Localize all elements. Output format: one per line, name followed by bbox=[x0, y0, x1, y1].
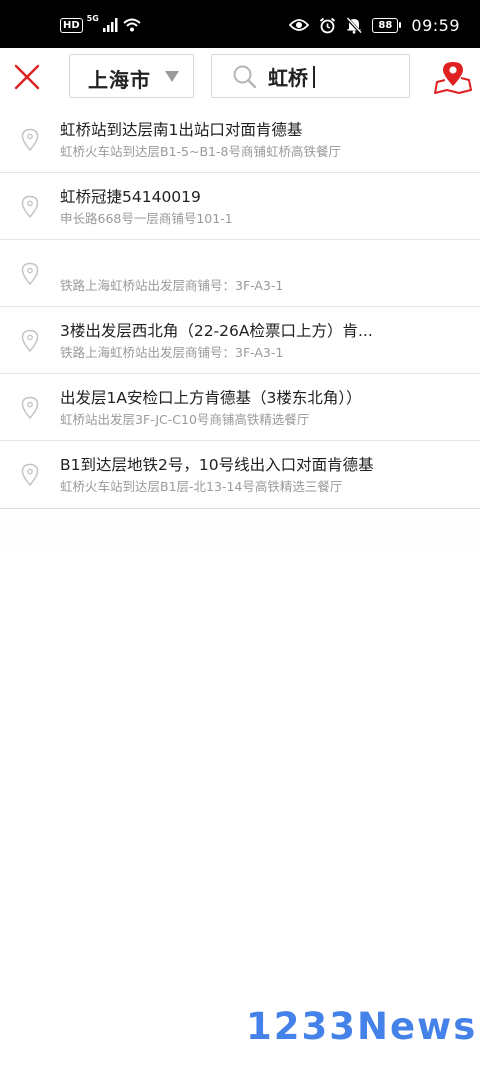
triangle-down-icon bbox=[165, 71, 179, 82]
city-dropdown[interactable]: 上海市 bbox=[69, 54, 194, 98]
result-subtitle: 铁路上海虹桥站出发层商铺号：3F-A3-1 bbox=[60, 278, 284, 293]
result-item[interactable]: B1到达层地铁2号，10号线出入口对面肯德基 虹桥火车站到达层B1层-北13-1… bbox=[0, 441, 480, 508]
location-pin-icon bbox=[21, 195, 39, 219]
mute-bell-icon bbox=[346, 16, 363, 34]
status-right: 88 09:59 bbox=[289, 14, 460, 36]
clock: 09:59 bbox=[411, 15, 460, 35]
map-button[interactable] bbox=[434, 60, 472, 96]
result-subtitle: 申长路668号一层商铺号101-1 bbox=[60, 211, 233, 226]
location-pin-icon bbox=[21, 128, 39, 152]
battery-icon: 88 bbox=[372, 17, 402, 33]
result-subtitle: 虹桥火车站到达层B1层-北13-14号高铁精选三餐厅 bbox=[60, 479, 343, 494]
location-pin-icon bbox=[21, 262, 39, 286]
hd-badge: HD bbox=[60, 17, 83, 33]
result-subtitle: 虹桥火车站到达层B1-5~B1-8号商铺虹桥高铁餐厅 bbox=[60, 144, 341, 159]
result-item[interactable]: 铁路上海虹桥站出发层商铺号：3F-A3-1 bbox=[0, 240, 480, 307]
status-left: HD 5G bbox=[60, 15, 141, 35]
app-screen: HD 5G 88 09:59 上海市 虹桥 虹桥站到达层南1出站口对面肯德基 虹… bbox=[0, 0, 480, 1067]
result-item[interactable]: 出发层1A安检口上方肯德基（3楼东北角）） 虹桥站出发层3F-JC-C10号商铺… bbox=[0, 374, 480, 441]
close-button[interactable] bbox=[12, 62, 42, 92]
map-pin-icon bbox=[434, 62, 472, 94]
result-item[interactable]: 3楼出发层西北角（22-26A检票口上方）肯... 铁路上海虹桥站出发层商铺号：… bbox=[0, 307, 480, 374]
battery-level: 88 bbox=[372, 17, 399, 33]
result-item[interactable]: 虹桥冠捷54140019 申长路668号一层商铺号101-1 bbox=[0, 173, 480, 240]
result-subtitle: 虹桥站出发层3F-JC-C10号商铺高铁精选餐厅 bbox=[60, 412, 310, 427]
status-bar: HD 5G 88 09:59 bbox=[0, 0, 480, 48]
wifi-icon bbox=[123, 18, 141, 32]
search-box[interactable] bbox=[211, 54, 410, 98]
result-title: 虹桥站到达层南1出站口对面肯德基 bbox=[60, 121, 303, 139]
city-label: 上海市 bbox=[88, 68, 151, 92]
close-icon bbox=[14, 64, 40, 90]
watermark-logo: 1233News bbox=[246, 1005, 478, 1048]
eye-icon bbox=[289, 19, 310, 31]
result-title: 虹桥冠捷54140019 bbox=[60, 188, 201, 206]
location-pin-icon bbox=[21, 396, 39, 420]
location-pin-icon bbox=[21, 463, 39, 487]
result-title: 3楼出发层西北角（22-26A检票口上方）肯... bbox=[60, 322, 373, 340]
network-type: 5G bbox=[86, 14, 99, 23]
search-header: 上海市 bbox=[0, 48, 480, 106]
signal-icon bbox=[102, 18, 118, 32]
search-icon bbox=[232, 64, 258, 90]
battery-tip bbox=[399, 22, 402, 28]
result-title: B1到达层地铁2号，10号线出入口对面肯德基 bbox=[60, 456, 374, 474]
result-subtitle: 铁路上海虹桥站出发层商铺号：3F-A3-1 bbox=[60, 345, 284, 360]
result-item[interactable]: 虹桥站到达层南1出站口对面肯德基 虹桥火车站到达层B1-5~B1-8号商铺虹桥高… bbox=[0, 106, 480, 173]
search-input[interactable] bbox=[268, 61, 398, 91]
text-cursor bbox=[313, 66, 315, 88]
results-list: 虹桥站到达层南1出站口对面肯德基 虹桥火车站到达层B1-5~B1-8号商铺虹桥高… bbox=[0, 106, 480, 509]
alarm-icon bbox=[320, 17, 336, 33]
location-pin-icon bbox=[21, 329, 39, 353]
result-title: 出发层1A安检口上方肯德基（3楼东北角）） bbox=[60, 389, 362, 407]
